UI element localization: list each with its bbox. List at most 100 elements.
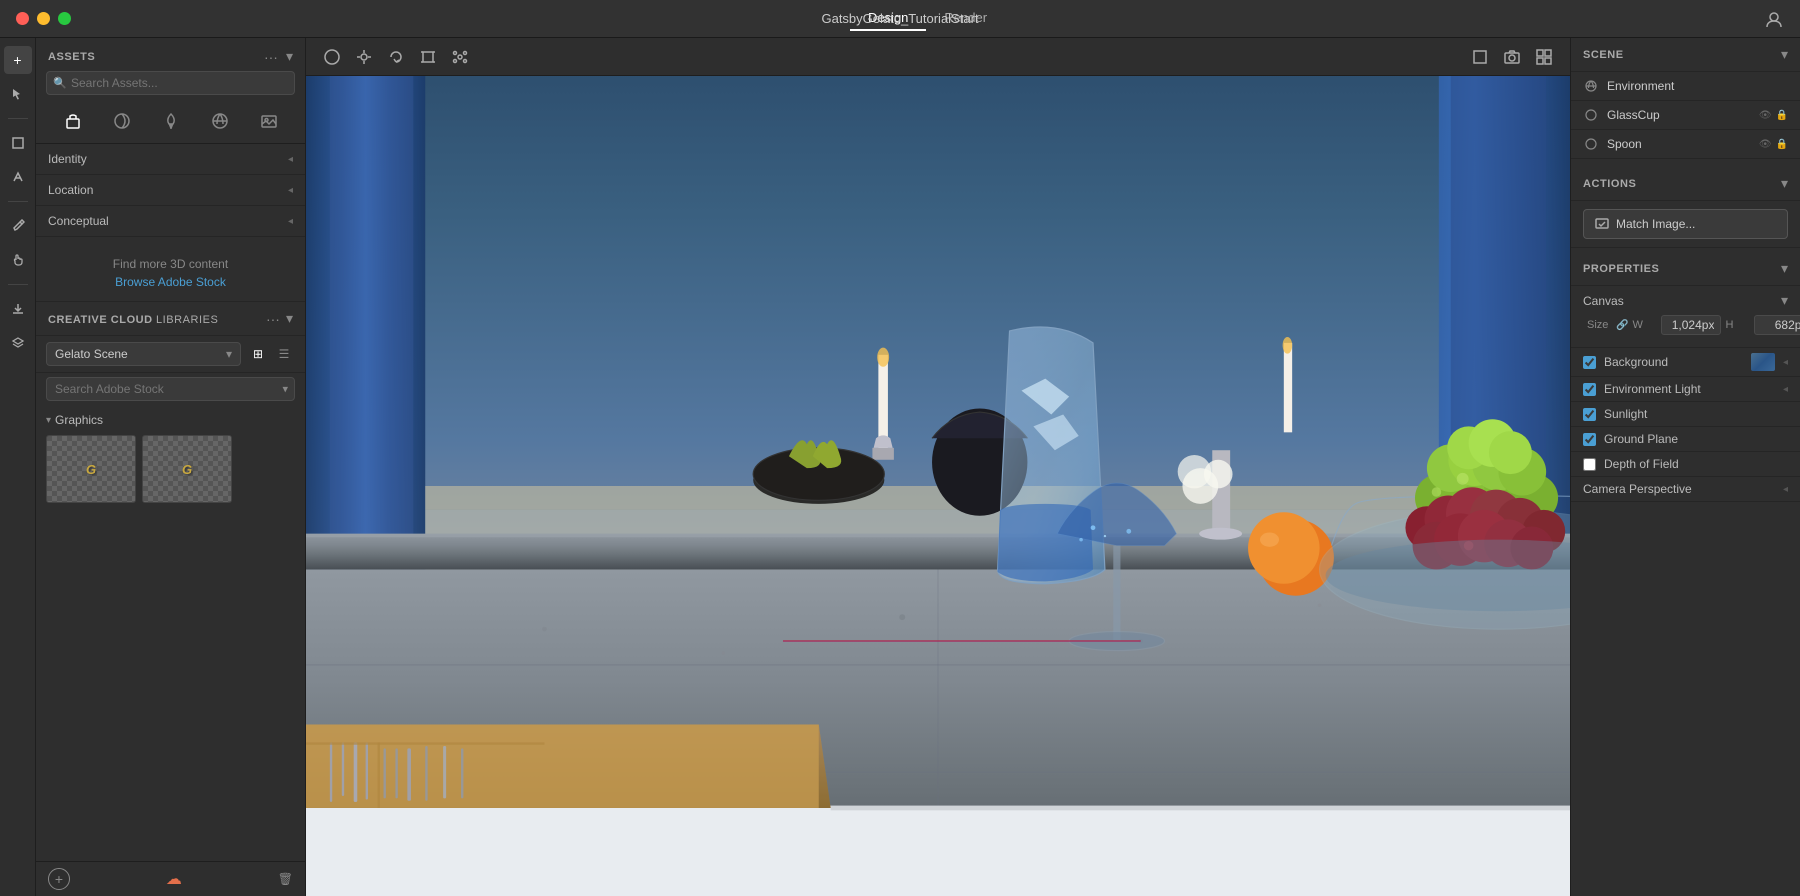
height-label: H: [1725, 319, 1750, 331]
sunlight-property-label: Sunlight: [1604, 407, 1788, 421]
account-icon[interactable]: [1764, 9, 1784, 29]
match-image-button[interactable]: Match Image...: [1583, 209, 1788, 239]
cc-libraries-title: Creative CLOUD LIBRARIES: [48, 312, 218, 326]
minimize-button[interactable]: [37, 12, 50, 25]
sunlight-checkbox[interactable]: [1583, 408, 1596, 421]
hand-tool[interactable]: [4, 246, 32, 274]
conceptual-arrow-icon: ◂: [288, 216, 293, 227]
scatter-button[interactable]: [446, 43, 474, 71]
asset-categories: [36, 103, 305, 144]
cc-libraries-more-options[interactable]: ···: [266, 311, 280, 327]
spoon-lock-icon[interactable]: 🔒: [1776, 139, 1788, 150]
center-area: [306, 38, 1570, 896]
spoon-visibility-icon[interactable]: 👁: [1759, 139, 1772, 150]
scene-item-glasscup[interactable]: GlassCup 👁 🔒: [1571, 101, 1800, 130]
list-view-icon[interactable]: ☰: [273, 343, 295, 365]
environment-light-checkbox[interactable]: [1583, 383, 1596, 396]
assets-search-bar: 🔍: [46, 71, 295, 95]
canvas-height-input[interactable]: [1754, 315, 1800, 335]
graphic-thumb-1[interactable]: G: [46, 435, 136, 503]
select-tool[interactable]: [4, 80, 32, 108]
titlebar-right: [1764, 9, 1784, 29]
scene-item-spoon[interactable]: Spoon 👁 🔒: [1571, 130, 1800, 159]
close-button[interactable]: [16, 12, 29, 25]
assets-search-input[interactable]: [46, 71, 295, 95]
sunlight-property-row[interactable]: Sunlight: [1571, 402, 1800, 427]
background-chevron-icon[interactable]: ◂: [1783, 357, 1788, 368]
fit-canvas-button[interactable]: [1466, 43, 1494, 71]
scene-viewport: [306, 76, 1570, 896]
environment-light-chevron-icon[interactable]: ◂: [1783, 384, 1788, 395]
ground-plane-property-row[interactable]: Ground Plane: [1571, 427, 1800, 452]
environment-label: Environment: [1607, 79, 1788, 93]
spoon-label: Spoon: [1607, 137, 1751, 151]
identity-label: Identity: [48, 152, 87, 166]
tool-sidebar: +: [0, 38, 36, 896]
size-label: Size: [1587, 319, 1612, 331]
fullscreen-button[interactable]: [58, 12, 71, 25]
frame-tool[interactable]: [4, 129, 32, 157]
asset-cat-models[interactable]: [59, 107, 87, 135]
sidebar-item-conceptual[interactable]: Conceptual ◂: [36, 206, 305, 237]
identity-arrow-icon: ◂: [288, 154, 293, 165]
assets-collapse-icon[interactable]: ▾: [286, 48, 293, 65]
graphic-thumb-2[interactable]: G: [142, 435, 232, 503]
depth-of-field-property-row[interactable]: Depth of Field: [1571, 452, 1800, 477]
background-checkbox[interactable]: [1583, 356, 1596, 369]
scene-collapse-icon[interactable]: ▾: [1781, 46, 1788, 63]
assets-more-options[interactable]: ···: [264, 49, 278, 65]
transform-button[interactable]: [350, 43, 378, 71]
select-mode-button[interactable]: [318, 43, 346, 71]
properties-collapse-icon[interactable]: ▾: [1781, 260, 1788, 277]
actions-title: ACTIONS: [1583, 178, 1636, 190]
asset-cat-images[interactable]: [255, 107, 283, 135]
glasscup-lock-icon[interactable]: 🔒: [1776, 110, 1788, 121]
environment-light-property-row[interactable]: Environment Light ◂: [1571, 377, 1800, 402]
asset-cat-environment[interactable]: [206, 107, 234, 135]
assets-panel-title: ASSETS: [48, 51, 95, 63]
asset-cat-materials[interactable]: [108, 107, 136, 135]
library-name: Gelato Scene: [55, 347, 128, 361]
location-label: Location: [48, 183, 93, 197]
add-tool[interactable]: +: [4, 46, 32, 74]
sidebar-item-identity[interactable]: Identity ◂: [36, 144, 305, 175]
frame-button[interactable]: [414, 43, 442, 71]
canvas-collapse-icon[interactable]: ▾: [1781, 292, 1788, 309]
rotate-button[interactable]: [382, 43, 410, 71]
cc-libraries-collapse-icon[interactable]: ▾: [286, 310, 293, 327]
render-quality-button[interactable]: [1530, 43, 1558, 71]
background-thumbnail: [1751, 353, 1775, 371]
camera-perspective-chevron-icon[interactable]: ◂: [1783, 484, 1788, 495]
sidebar-item-location[interactable]: Location ◂: [36, 175, 305, 206]
layers-tool[interactable]: [4, 329, 32, 357]
screenshot-button[interactable]: [1498, 43, 1526, 71]
adobe-stock-search-input[interactable]: [46, 377, 295, 401]
grid-view-icon[interactable]: ⊞: [247, 343, 269, 365]
camera-perspective-property-row[interactable]: Camera Perspective ◂: [1571, 477, 1800, 502]
pen-tool[interactable]: [4, 163, 32, 191]
asset-cat-lights[interactable]: [157, 107, 185, 135]
titlebar: Design Render GatsbyGelato_TutorialStart: [0, 0, 1800, 38]
actions-collapse-icon[interactable]: ▾: [1781, 175, 1788, 192]
graphics-grid: G G: [46, 435, 295, 503]
ground-plane-checkbox[interactable]: [1583, 433, 1596, 446]
link-dimensions-icon[interactable]: 🔗: [1616, 320, 1628, 331]
depth-of-field-checkbox[interactable]: [1583, 458, 1596, 471]
library-selector[interactable]: Gelato Scene ▾: [46, 342, 241, 366]
canvas-area[interactable]: [306, 76, 1570, 896]
glasscup-actions: 👁 🔒: [1759, 110, 1788, 121]
canvas-width-input[interactable]: [1661, 315, 1721, 335]
scene-item-environment[interactable]: Environment: [1571, 72, 1800, 101]
canvas-subsection: Canvas ▾ Size 🔗 W H: [1571, 286, 1800, 348]
camera-perspective-property-label: Camera Perspective: [1583, 482, 1775, 496]
background-property-row[interactable]: Background ◂: [1571, 348, 1800, 377]
document-title: GatsbyGelato_TutorialStart: [821, 11, 978, 26]
graphics-header[interactable]: ▾ Graphics: [46, 413, 295, 427]
delete-library-item-button[interactable]: 🗑: [278, 872, 293, 886]
add-library-item-button[interactable]: +: [48, 868, 70, 890]
eyedropper-tool[interactable]: [4, 212, 32, 240]
glasscup-visibility-icon[interactable]: 👁: [1759, 110, 1772, 121]
browse-adobe-stock-link[interactable]: Browse Adobe Stock: [48, 275, 293, 289]
import-tool[interactable]: [4, 295, 32, 323]
creative-cloud-logo: ☁: [166, 869, 182, 889]
